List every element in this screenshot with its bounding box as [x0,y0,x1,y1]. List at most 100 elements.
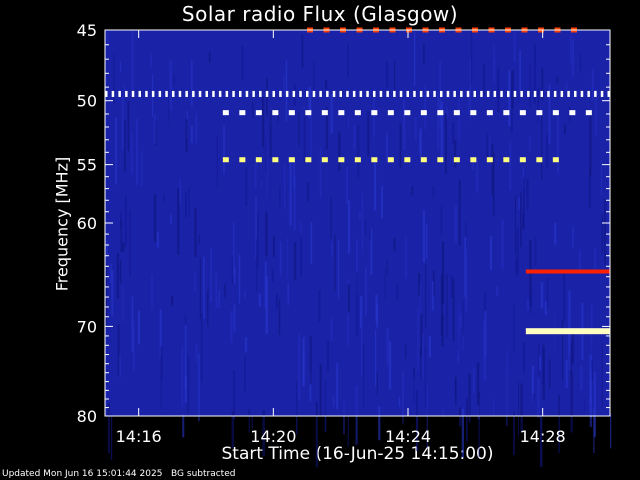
pulse-feature-0 [319,90,322,97]
pulse-feature-0 [131,90,135,97]
pulse-feature-0 [493,90,497,97]
pulse-feature-0 [192,90,195,97]
pulse-feature-0 [165,90,168,97]
pulse-feature-2 [371,157,378,163]
pulse-feature-0 [473,90,476,97]
pulse-feature-2 [552,157,559,163]
pulse-feature-2 [387,157,394,163]
pulse-feature-1 [420,110,427,116]
pulse-feature-0 [299,90,302,97]
pulse-feature-0 [205,90,208,97]
pulse-feature-0 [185,90,188,97]
pulse-feature-2 [453,157,460,163]
pulse-feature-1 [255,110,262,116]
pulse-feature-0 [178,90,182,97]
pulse-feature-0 [594,90,597,97]
pulse-feature-0 [312,90,316,97]
pulse-feature-0 [118,90,121,97]
pulse-feature-1 [321,110,328,116]
pulse-feature-1 [552,110,559,116]
pulse-feature-0 [513,90,517,97]
pulse-feature-1 [404,110,411,116]
pulse-feature-0 [500,90,503,97]
pulse-feature-0 [332,90,336,97]
pulse-feature-2 [255,157,262,163]
continuous-feature-5 [525,328,610,335]
pulse-feature-0 [533,90,537,97]
pulse-feature-0 [239,90,242,97]
pulse-feature-0 [272,90,275,97]
pulse-feature-0 [125,90,128,97]
pulse-feature-0 [279,90,282,97]
pulse-feature-1 [239,110,246,116]
pulse-feature-1 [371,110,378,116]
pulse-feature-1 [486,110,493,116]
x-tick-label: 14:16 [116,427,162,446]
pulse-feature-0 [426,90,430,97]
pulse-feature-2 [437,157,444,163]
pulse-feature-0 [587,90,590,97]
pulse-feature-0 [574,90,577,97]
pulse-feature-1 [338,110,345,116]
pulse-feature-1 [536,110,543,116]
pulse-feature-0 [393,90,396,97]
spectrogram-chart: Solar radio Flux (Glasgow) Frequency [MH… [0,0,640,480]
pulse-feature-2 [404,157,411,163]
pulse-feature-0 [138,90,141,97]
pulse-feature-0 [540,90,543,97]
pulse-feature-0 [151,90,155,97]
pulse-feature-0 [567,90,570,97]
pulse-feature-0 [560,90,564,97]
pulse-feature-0 [466,90,470,97]
pulse-feature-0 [346,90,349,97]
pulse-feature-0 [366,90,369,97]
pulse-feature-1 [222,110,229,116]
continuous-feature-4 [525,269,610,274]
pulse-feature-0 [553,90,557,97]
y-tick-label: 60 [77,214,97,233]
pulse-feature-1 [272,110,279,116]
pulse-feature-0 [225,90,229,97]
pulse-feature-0 [306,90,309,97]
pulse-feature-1 [519,110,526,116]
pulse-feature-0 [399,90,403,97]
pulse-feature-0 [413,90,416,97]
pulse-feature-0 [453,90,456,97]
pulse-feature-0 [386,90,389,97]
pulse-feature-2 [305,157,312,163]
pulse-feature-0 [352,90,356,97]
pulse-feature-0 [527,90,530,97]
pulse-feature-0 [406,90,409,97]
pulse-feature-1 [437,110,444,116]
pulse-feature-2 [470,157,477,163]
pulse-feature-2 [338,157,345,163]
y-tick-label: 45 [77,21,97,40]
pulse-feature-2 [536,157,543,163]
pulse-feature-1 [585,110,592,116]
pulse-feature-2 [288,157,295,163]
pulse-feature-0 [285,90,289,97]
pulse-feature-1 [387,110,394,116]
pulse-feature-1 [569,110,576,116]
pulse-feature-0 [265,90,269,97]
pulse-feature-0 [245,90,249,97]
pulse-feature-2 [420,157,427,163]
pulse-feature-0 [547,90,550,97]
pulse-feature-0 [145,90,148,97]
pulse-feature-2 [486,157,493,163]
pulse-feature-0 [326,90,329,97]
pulse-feature-0 [198,90,202,97]
x-tick-label: 14:24 [385,427,431,446]
pulse-feature-0 [359,90,363,97]
pulse-feature-1 [305,110,312,116]
y-tick-label: 55 [77,156,97,175]
pulse-feature-0 [292,90,296,97]
pulse-feature-0 [252,90,255,97]
y-tick-label: 70 [77,317,97,336]
pulse-feature-1 [470,110,477,116]
pulse-feature-0 [440,90,443,97]
pulse-feature-0 [172,90,175,97]
pulse-feature-0 [379,90,383,97]
y-tick-label: 80 [77,407,97,426]
pulse-feature-0 [419,90,423,97]
